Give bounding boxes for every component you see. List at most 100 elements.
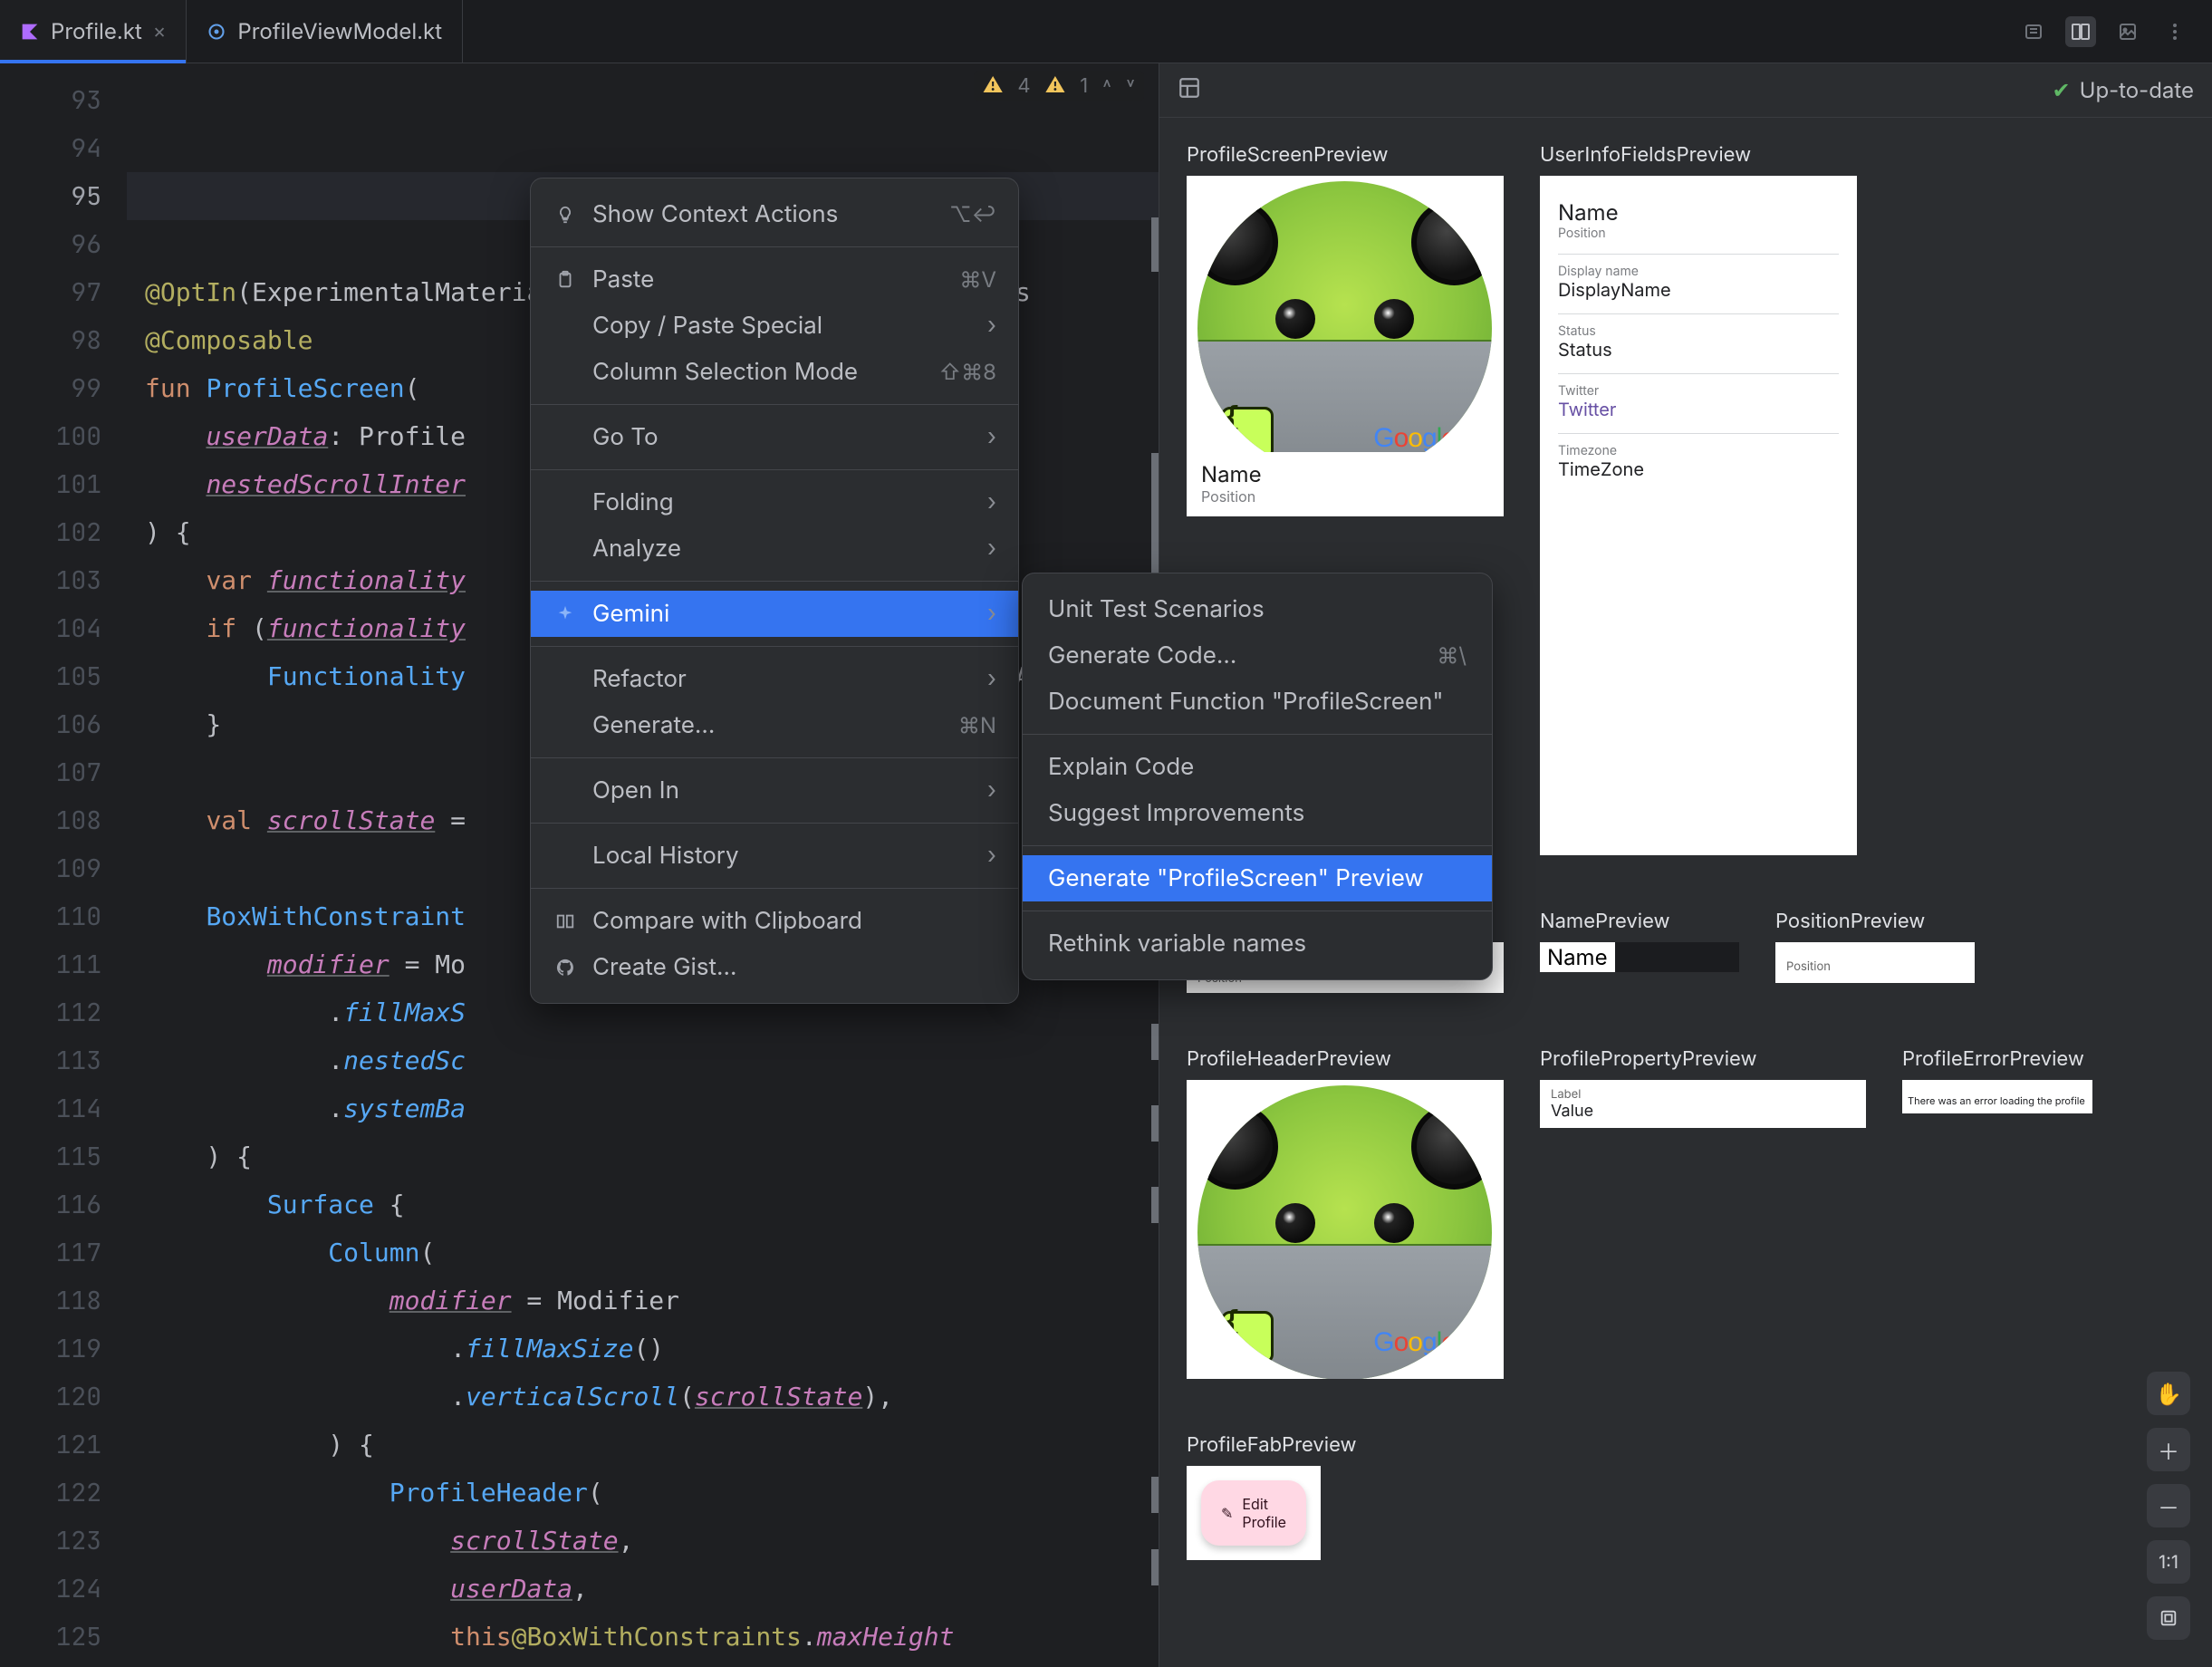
reader-mode-icon[interactable] bbox=[2018, 16, 2049, 47]
menu-item[interactable]: Document Function "ProfileScreen" bbox=[1023, 679, 1492, 725]
menu-item[interactable]: Open In› bbox=[531, 767, 1018, 814]
viewmodel-file-icon bbox=[207, 22, 226, 42]
preview-title: PositionPreview bbox=[1775, 910, 1975, 933]
pan-tool-icon[interactable]: ✋ bbox=[2147, 1372, 2190, 1415]
editor-context-menu[interactable]: Show Context Actions⌥↩Paste⌘VCopy / Past… bbox=[530, 178, 1019, 1004]
menu-item-label: Document Function "ProfileScreen" bbox=[1048, 688, 1467, 716]
menu-separator bbox=[531, 581, 1018, 582]
preview-title: NamePreview bbox=[1540, 910, 1739, 933]
avatar-image: { } Google bbox=[1187, 176, 1504, 452]
menu-shortcut: ⌘N bbox=[958, 712, 996, 738]
prev-highlight-icon[interactable]: ˄ bbox=[1102, 74, 1111, 98]
preview-profile-fab[interactable]: ProfileFabPreview ✎ Edit Profile bbox=[1187, 1433, 1357, 1560]
line-number-gutter: 9394959697989910010110210310410510610710… bbox=[0, 63, 127, 1667]
menu-item[interactable]: Suggest Improvements bbox=[1023, 790, 1492, 836]
zoom-ratio[interactable]: 1:1 bbox=[2147, 1540, 2190, 1584]
edit-profile-fab: ✎ Edit Profile bbox=[1201, 1480, 1306, 1546]
preview-title: ProfileErrorPreview bbox=[1902, 1047, 2092, 1071]
tab-profile-kt[interactable]: Profile.kt × bbox=[0, 0, 187, 63]
menu-separator bbox=[531, 888, 1018, 889]
menu-item[interactable]: Column Selection Mode⇧⌘8 bbox=[531, 349, 1018, 395]
menu-item[interactable]: Unit Test Scenarios bbox=[1023, 586, 1492, 632]
menu-item[interactable]: Rethink variable names bbox=[1023, 920, 1492, 967]
submenu-arrow-icon: › bbox=[987, 488, 996, 516]
menu-item[interactable]: Compare with Clipboard bbox=[531, 898, 1018, 944]
design-preview-icon[interactable] bbox=[2112, 16, 2143, 47]
preview-name[interactable]: NamePreview Name bbox=[1540, 910, 1739, 972]
menu-separator bbox=[531, 469, 1018, 470]
menu-separator bbox=[531, 757, 1018, 758]
menu-item-label: Generate "ProfileScreen" Preview bbox=[1048, 864, 1467, 892]
submenu-arrow-icon: › bbox=[987, 423, 996, 451]
preview-profile-header[interactable]: ProfileHeaderPreview { } Google bbox=[1187, 1047, 1504, 1379]
menu-item[interactable]: Go To› bbox=[531, 414, 1018, 460]
menu-separator bbox=[1023, 734, 1492, 735]
menu-item[interactable]: Show Context Actions ⌥↩ bbox=[531, 191, 1018, 237]
submenu-arrow-icon: › bbox=[987, 535, 996, 563]
menu-item-label: Show Context Actions bbox=[592, 200, 935, 228]
kotlin-file-icon bbox=[20, 22, 40, 42]
editor-top-actions bbox=[1996, 0, 2212, 63]
menu-item[interactable]: Generate Code…⌘\ bbox=[1023, 632, 1492, 679]
menu-shortcut: ⌥↩ bbox=[949, 201, 996, 227]
preview-toolbar: ✔ Up-to-date bbox=[1159, 63, 2212, 118]
bulb-icon bbox=[553, 205, 578, 225]
gemini-submenu[interactable]: Unit Test ScenariosGenerate Code…⌘\ Docum… bbox=[1022, 573, 1493, 980]
preview-title: ProfileScreenPreview bbox=[1187, 143, 1504, 167]
menu-separator bbox=[1023, 845, 1492, 846]
menu-item[interactable]: Analyze › bbox=[531, 525, 1018, 572]
avatar-image: { } Google bbox=[1187, 1080, 1504, 1379]
inspections-widget[interactable]: ⚠ 4 ⚠ 1 ˄ ˅ bbox=[974, 71, 1144, 101]
menu-separator bbox=[531, 646, 1018, 647]
preview-status: Up-to-date bbox=[2080, 77, 2194, 103]
menu-item-label: Rethink variable names bbox=[1048, 930, 1467, 958]
preview-position[interactable]: PositionPreview Position bbox=[1775, 910, 1975, 983]
menu-item-label: Refactor bbox=[592, 665, 973, 693]
menu-item-label: Compare with Clipboard bbox=[592, 907, 996, 935]
menu-separator bbox=[531, 823, 1018, 824]
submenu-arrow-icon: › bbox=[987, 600, 996, 628]
github-icon bbox=[553, 958, 578, 978]
preview-profile-property[interactable]: ProfilePropertyPreview Label Value bbox=[1540, 1047, 1866, 1128]
zoom-fit-icon[interactable] bbox=[2147, 1596, 2190, 1640]
menu-item-label: Copy / Paste Special bbox=[592, 312, 973, 340]
menu-item[interactable]: Generate "ProfileScreen" Preview bbox=[1023, 855, 1492, 901]
menu-shortcut: ⇧⌘8 bbox=[938, 359, 996, 385]
profile-position: Position bbox=[1201, 487, 1489, 506]
split-preview-icon[interactable] bbox=[2065, 16, 2096, 47]
menu-item[interactable]: Explain Code bbox=[1023, 744, 1492, 790]
edit-icon: ✎ bbox=[1221, 1504, 1233, 1522]
menu-item[interactable]: Gemini › bbox=[531, 591, 1018, 637]
submenu-arrow-icon: › bbox=[987, 312, 996, 340]
position-value: Position bbox=[1786, 959, 1831, 974]
layout-panel-icon[interactable] bbox=[1178, 76, 1201, 105]
error-text: There was an error loading the profile bbox=[1908, 1094, 2085, 1107]
preview-title: ProfileHeaderPreview bbox=[1187, 1047, 1504, 1071]
menu-item[interactable]: Folding› bbox=[531, 479, 1018, 525]
tab-label: Profile.kt bbox=[51, 18, 142, 44]
close-icon[interactable]: × bbox=[153, 20, 167, 43]
menu-item-label: Local History bbox=[592, 842, 973, 870]
menu-item[interactable]: Copy / Paste Special › bbox=[531, 303, 1018, 349]
preview-user-info-fields[interactable]: UserInfoFieldsPreview NamePositionDispla… bbox=[1540, 143, 1857, 855]
preview-profile-error[interactable]: ProfileErrorPreview There was an error l… bbox=[1902, 1047, 2092, 1113]
typo-icon: ⚠ bbox=[1045, 74, 1066, 98]
menu-separator bbox=[531, 246, 1018, 247]
menu-item[interactable]: Create Gist… bbox=[531, 944, 1018, 990]
menu-item[interactable]: Paste⌘V bbox=[531, 256, 1018, 303]
next-highlight-icon[interactable]: ˅ bbox=[1126, 74, 1135, 98]
menu-item-label: Analyze bbox=[592, 535, 973, 563]
preview-profile-screen[interactable]: ProfileScreenPreview { } Google bbox=[1187, 143, 1504, 516]
menu-item[interactable]: Generate…⌘N bbox=[531, 702, 1018, 748]
menu-item[interactable]: Refactor› bbox=[531, 656, 1018, 702]
tab-profile-viewmodel-kt[interactable]: ProfileViewModel.kt bbox=[187, 0, 463, 63]
more-options-icon[interactable] bbox=[2159, 16, 2190, 47]
zoom-in-icon[interactable]: ＋ bbox=[2147, 1428, 2190, 1471]
menu-item-label: Gemini bbox=[592, 600, 973, 628]
profile-name: Name bbox=[1201, 461, 1489, 487]
fab-label: Edit Profile bbox=[1242, 1495, 1286, 1531]
menu-item[interactable]: Local History› bbox=[531, 833, 1018, 879]
preview-title: UserInfoFieldsPreview bbox=[1540, 143, 1857, 167]
zoom-out-icon[interactable]: － bbox=[2147, 1484, 2190, 1527]
preview-title: ProfileFabPreview bbox=[1187, 1433, 1357, 1457]
